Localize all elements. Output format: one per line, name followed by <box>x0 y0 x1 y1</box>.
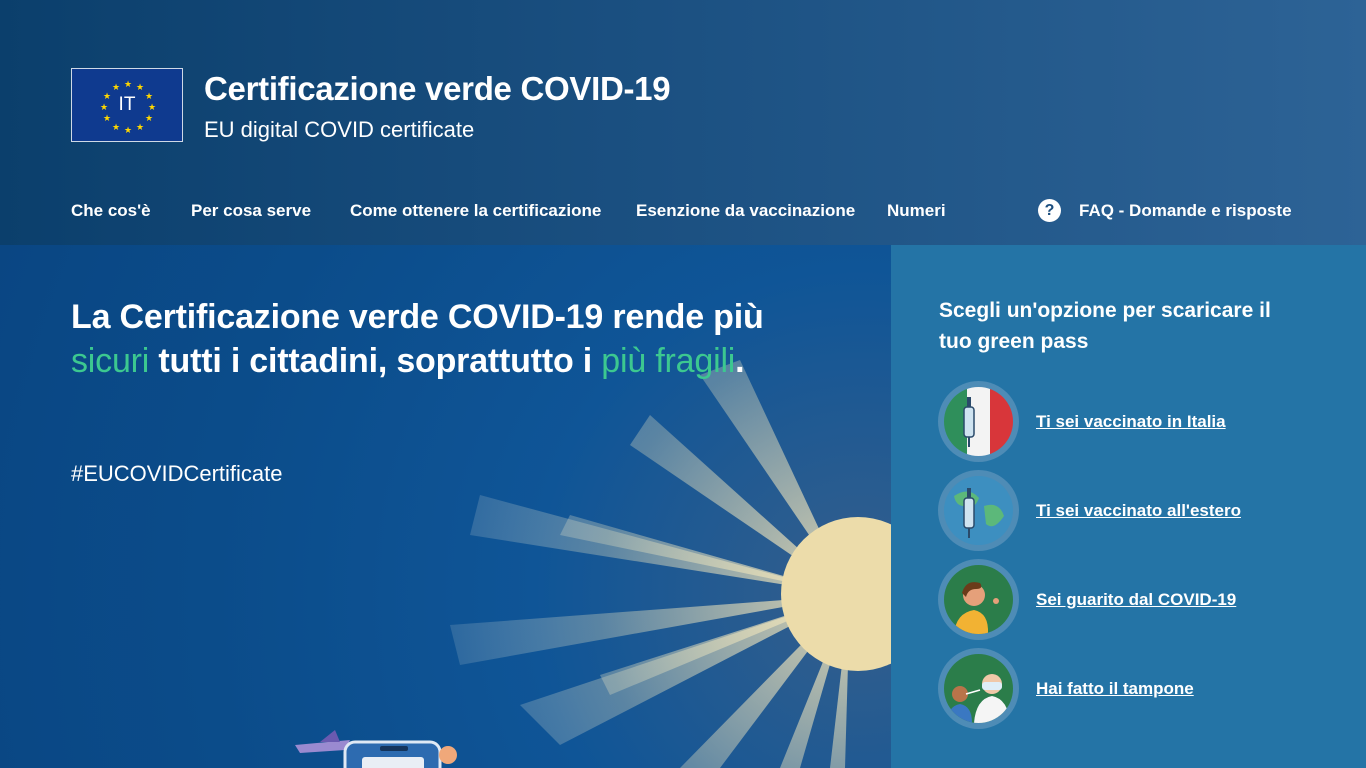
nav-item-numeri[interactable]: Numeri <box>887 201 946 221</box>
option-link[interactable]: Ti sei vaccinato in Italia <box>1036 412 1226 432</box>
download-options-panel: Scegli un'opzione per scaricare il tuo g… <box>891 245 1366 768</box>
eu-flag-logo[interactable]: ★ ★ ★ ★ ★ ★ ★ ★ ★ ★ ★ ★ IT <box>71 68 183 142</box>
plane-illustration <box>295 730 350 753</box>
nav-item-faq[interactable]: ? FAQ - Domande e risposte <box>1038 199 1292 222</box>
svg-text:★: ★ <box>112 83 120 93</box>
site-title: Certificazione verde COVID-19 <box>204 70 671 107</box>
headline-part: . <box>735 342 745 380</box>
logo-country-code: IT <box>118 94 136 115</box>
option-guarito[interactable]: Sei guarito dal COVID-19 <box>938 559 1236 640</box>
option-vaccinato-italia[interactable]: Ti sei vaccinato in Italia <box>938 381 1226 462</box>
headline-part: La Certificazione verde COVID-19 rende p… <box>71 298 764 336</box>
site-subtitle: EU digital COVID certificate <box>204 117 475 142</box>
question-circle-icon: ? <box>1038 199 1061 222</box>
headline-highlight: sicuri <box>71 342 150 380</box>
recovered-person-icon <box>944 565 1013 634</box>
option-link[interactable]: Hai fatto il tampone <box>1036 679 1194 699</box>
svg-text:★: ★ <box>124 80 132 90</box>
svg-text:★: ★ <box>136 123 144 133</box>
option-link[interactable]: Sei guarito dal COVID-19 <box>1036 590 1236 610</box>
headline-highlight: più fragili <box>601 342 736 380</box>
option-link[interactable]: Ti sei vaccinato all'estero <box>1036 501 1241 521</box>
vaccine-world-icon <box>944 476 1013 545</box>
site-header: ★ ★ ★ ★ ★ ★ ★ ★ ★ ★ ★ ★ IT Certificazione verde … <box>0 0 1366 245</box>
nav-item-esenzione[interactable]: Esenzione da vaccinazione <box>636 201 855 221</box>
svg-text:★: ★ <box>112 123 120 133</box>
nav-item-che-cose[interactable]: Che cos'è <box>71 201 151 221</box>
faq-label: FAQ - Domande e risposte <box>1079 200 1292 220</box>
vaccine-italy-icon <box>944 387 1013 456</box>
headline-part: tutti i cittadini, soprattutto i <box>149 342 602 380</box>
svg-text:★: ★ <box>136 83 144 93</box>
nav-item-come-ottenere[interactable]: Come ottenere la certificazione <box>350 201 601 221</box>
panel-title: Scegli un'opzione per scaricare il tuo g… <box>939 299 1271 353</box>
hashtag: #EUCOVIDCertificate <box>71 461 283 486</box>
swab-test-icon <box>944 654 1013 723</box>
option-vaccinato-estero[interactable]: Ti sei vaccinato all'estero <box>938 470 1241 551</box>
option-tampone[interactable]: Hai fatto il tampone <box>938 648 1194 729</box>
hero-headline: La Certificazione verde COVID-19 rende p… <box>71 295 771 383</box>
phone-illustration <box>343 740 457 768</box>
hero-section: La Certificazione verde COVID-19 rende p… <box>0 245 891 768</box>
nav-item-per-cosa-serve[interactable]: Per cosa serve <box>191 201 311 221</box>
svg-text:★: ★ <box>124 126 132 136</box>
